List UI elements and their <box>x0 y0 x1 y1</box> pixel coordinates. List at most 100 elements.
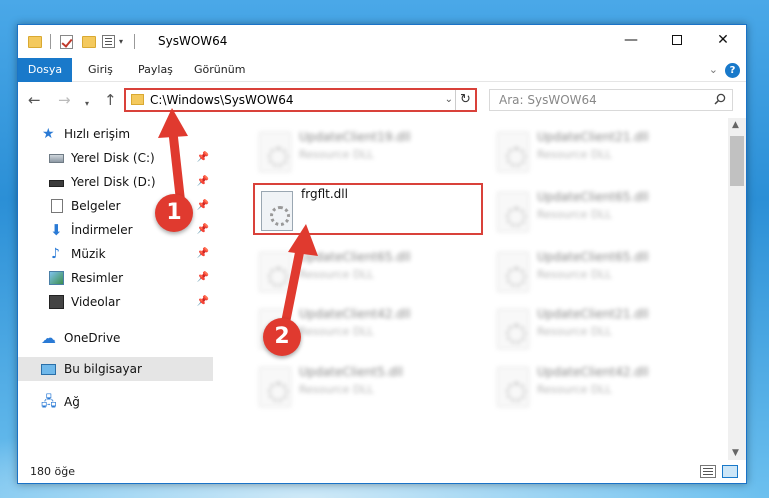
sidebar-item-network[interactable]: 🖧 Ağ <box>18 390 213 414</box>
list-item[interactable]: UpdateClient65.dll Resource DLL <box>253 246 483 298</box>
sidebar-item-label: Bu bilgisayar <box>64 362 142 376</box>
vertical-scrollbar[interactable]: ▲ ▼ <box>728 118 746 460</box>
file-type: Resource DLL <box>537 268 612 281</box>
search-box[interactable]: Ara: SysWOW64 <box>489 89 733 111</box>
dll-file-icon <box>259 132 291 172</box>
title-bar: ▾ SysWOW64 — ✕ <box>18 25 746 58</box>
list-item-frgflt-dll[interactable]: frgflt.dll <box>253 183 483 235</box>
star-icon: ★ <box>42 126 55 142</box>
step-1-badge: 1 <box>155 194 193 232</box>
file-name: UpdateClient65.dll <box>299 250 411 264</box>
dll-file-icon <box>497 309 529 349</box>
dll-file-icon <box>497 252 529 292</box>
documents-icon <box>51 199 63 213</box>
file-explorer-window: ▾ SysWOW64 — ✕ Dosya Giriş Paylaş Görünü… <box>17 24 747 484</box>
dll-file-icon <box>497 192 529 232</box>
properties-icon[interactable] <box>102 35 115 48</box>
file-type: Resource DLL <box>537 383 612 396</box>
file-type: Resource DLL <box>537 325 612 338</box>
onedrive-icon: ☁ <box>41 329 56 347</box>
tab-home[interactable]: Giriş <box>78 58 123 82</box>
up-arrow-icon[interactable]: ↑ <box>104 92 117 108</box>
list-item[interactable]: UpdateClient21.dll Resource DLL <box>491 126 721 178</box>
help-icon[interactable]: ? <box>725 63 740 78</box>
dll-file-icon <box>497 132 529 172</box>
dll-file-icon <box>497 367 529 407</box>
sidebar-item-local-disk-d[interactable]: Yerel Disk (D:) 📌 <box>18 170 213 194</box>
list-item[interactable]: UpdateClient42.dll Resource DLL <box>491 361 721 413</box>
sidebar-item-label: Videolar <box>71 295 121 309</box>
expand-ribbon-chevron-icon[interactable]: ⌄ <box>709 63 718 76</box>
file-type: Resource DLL <box>299 148 374 161</box>
address-bar[interactable]: C:\Windows\SysWOW64 ⌄ ↻ <box>124 88 477 112</box>
customize-toolbar-chevron-icon[interactable]: ▾ <box>119 37 123 53</box>
back-arrow-icon[interactable]: ← <box>28 92 41 108</box>
this-pc-icon <box>41 364 56 375</box>
file-name: UpdateClient65.dll <box>537 190 649 204</box>
properties-check-icon[interactable] <box>60 35 73 49</box>
folder-icon <box>28 36 42 48</box>
local-disk-icon <box>49 154 64 163</box>
list-item[interactable]: UpdateClient21.dll Resource DLL <box>491 303 721 355</box>
forward-arrow-icon[interactable]: → <box>58 92 71 108</box>
search-icon[interactable] <box>714 93 726 105</box>
sidebar-item-label: Müzik <box>71 247 106 261</box>
sidebar-item-this-pc[interactable]: Bu bilgisayar <box>18 357 213 381</box>
tab-view[interactable]: Görünüm <box>184 58 255 82</box>
maximize-button[interactable] <box>654 25 700 55</box>
recent-locations-chevron-icon[interactable]: ▾ <box>85 96 89 112</box>
sidebar-item-music[interactable]: ♪ Müzik 📌 <box>18 242 213 266</box>
ribbon-tabs: Dosya Giriş Paylaş Görünüm ⌄ ? <box>18 58 746 110</box>
minimize-button[interactable]: — <box>608 25 654 55</box>
maximize-icon <box>672 35 682 45</box>
pin-icon[interactable]: 📌 <box>197 146 209 170</box>
list-item[interactable]: UpdateClient5.dll Resource DLL <box>253 361 483 413</box>
item-count: 180 öğe <box>30 465 75 478</box>
tab-share[interactable]: Paylaş <box>128 58 183 82</box>
separator <box>50 34 51 49</box>
file-name: UpdateClient42.dll <box>537 365 649 379</box>
sidebar-item-pictures[interactable]: Resimler 📌 <box>18 266 213 290</box>
scroll-thumb[interactable] <box>730 136 744 186</box>
file-type: Resource DLL <box>537 208 612 221</box>
sidebar-item-local-disk-c[interactable]: Yerel Disk (C:) 📌 <box>18 146 213 170</box>
address-path[interactable]: C:\Windows\SysWOW64 <box>150 93 294 107</box>
list-item[interactable]: UpdateClient19.dll Resource DLL <box>253 126 483 178</box>
file-name: UpdateClient21.dll <box>537 130 649 144</box>
large-icons-view-icon[interactable] <box>722 465 738 478</box>
drive-icon <box>49 180 64 187</box>
address-history-chevron-icon[interactable]: ⌄ <box>445 94 453 105</box>
file-name: UpdateClient65.dll <box>537 250 649 264</box>
file-type: Resource DLL <box>299 325 374 338</box>
file-name: frgflt.dll <box>301 187 348 201</box>
file-name: UpdateClient42.dll <box>299 307 411 321</box>
sidebar-item-label: Ağ <box>64 395 80 409</box>
sidebar-item-onedrive[interactable]: ☁ OneDrive <box>18 326 213 350</box>
sidebar-item-quick-access[interactable]: ★ Hızlı erişim <box>18 122 213 146</box>
file-type: Resource DLL <box>537 148 612 161</box>
pin-icon[interactable]: 📌 <box>197 266 209 290</box>
search-input[interactable]: Ara: SysWOW64 <box>499 93 597 107</box>
pin-icon[interactable]: 📌 <box>197 170 209 194</box>
list-item[interactable]: UpdateClient65.dll Resource DLL <box>491 246 721 298</box>
pin-icon[interactable]: 📌 <box>197 194 209 218</box>
dll-file-icon <box>261 191 293 231</box>
scroll-down-icon[interactable]: ▼ <box>732 448 739 458</box>
sidebar-item-videos[interactable]: Videolar 📌 <box>18 290 213 314</box>
new-folder-icon[interactable] <box>82 36 96 48</box>
sidebar-item-label: Yerel Disk (C:) <box>71 151 155 165</box>
list-item[interactable]: UpdateClient65.dll Resource DLL <box>491 186 721 238</box>
refresh-icon[interactable]: ↻ <box>455 90 475 110</box>
step-2-badge: 2 <box>263 318 301 356</box>
pin-icon[interactable]: 📌 <box>197 218 209 242</box>
file-name: UpdateClient19.dll <box>299 130 411 144</box>
navigation-pane: ★ Hızlı erişim Yerel Disk (C:) 📌 Yerel D… <box>18 118 213 460</box>
sidebar-item-label: OneDrive <box>64 331 121 345</box>
details-view-icon[interactable] <box>700 465 716 478</box>
file-list: UpdateClient19.dll Resource DLL frgflt.d… <box>213 118 728 460</box>
pin-icon[interactable]: 📌 <box>197 242 209 266</box>
pin-icon[interactable]: 📌 <box>197 290 209 314</box>
close-button[interactable]: ✕ <box>700 25 746 55</box>
scroll-up-icon[interactable]: ▲ <box>732 120 739 130</box>
file-type: Resource DLL <box>299 383 374 396</box>
